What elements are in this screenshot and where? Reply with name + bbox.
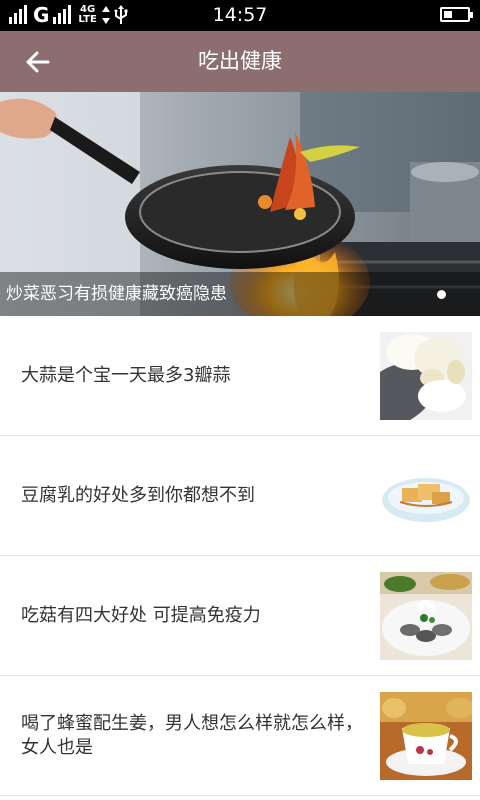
article-title: 喝了蜂蜜配生姜，男人想怎么样就怎么样，女人也是	[21, 713, 363, 758]
list-item[interactable]: 大蒜是个宝一天最多3瓣蒜	[0, 316, 480, 436]
app-header: 吃出健康	[0, 31, 480, 92]
featured-banner[interactable]: 炒菜恶习有损健康藏致癌隐患	[0, 92, 480, 316]
garlic-image	[380, 332, 472, 420]
banner-caption: 炒菜恶习有损健康藏致癌隐患	[6, 284, 227, 304]
page-indicator-dot	[437, 290, 446, 299]
arrow-left-icon	[26, 51, 50, 73]
article-title: 吃菇有四大好处 可提高免疫力	[21, 605, 261, 626]
list-item[interactable]: 吃菇有四大好处 可提高免疫力	[0, 556, 480, 676]
banner-caption-bar: 炒菜恶习有损健康藏致癌隐患	[0, 272, 480, 316]
article-title: 豆腐乳的好处多到你都想不到	[21, 485, 255, 506]
honey-ginger-tea-image	[380, 692, 472, 780]
article-list: 大蒜是个宝一天最多3瓣蒜 豆腐乳的好处多到你都想不到 吃菇有四大好处 可提高免疫…	[0, 316, 480, 796]
battery-level	[444, 11, 452, 18]
page-title: 吃出健康	[198, 49, 282, 73]
list-item[interactable]: 喝了蜂蜜配生姜，男人想怎么样就怎么样，女人也是	[0, 676, 480, 796]
article-thumbnail	[380, 332, 472, 420]
article-title: 大蒜是个宝一天最多3瓣蒜	[21, 365, 231, 386]
status-bar: G 4G LTE 14:57	[0, 0, 480, 31]
tofu-bowl-image	[380, 452, 472, 540]
article-thumbnail	[380, 692, 472, 780]
list-item[interactable]: 豆腐乳的好处多到你都想不到	[0, 436, 480, 556]
back-button[interactable]	[18, 45, 58, 79]
battery-icon	[440, 7, 473, 22]
article-thumbnail	[380, 572, 472, 660]
mushroom-platter-image	[380, 572, 472, 660]
clock: 14:57	[212, 4, 268, 26]
article-thumbnail	[380, 452, 472, 540]
